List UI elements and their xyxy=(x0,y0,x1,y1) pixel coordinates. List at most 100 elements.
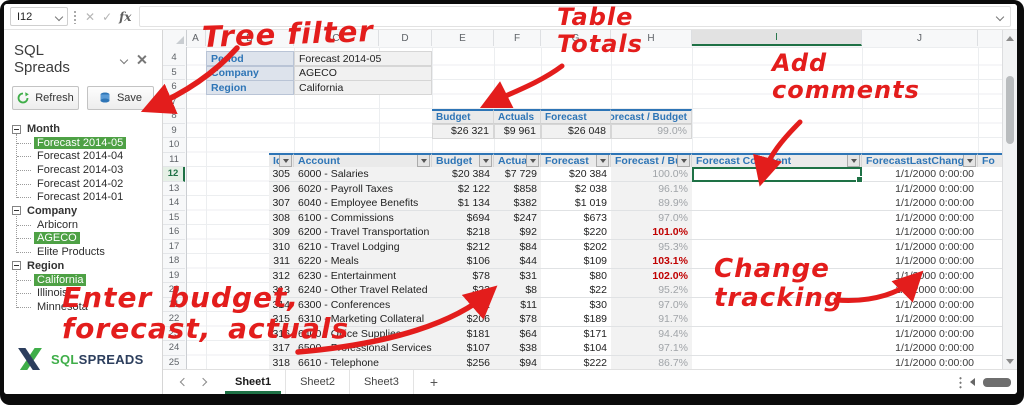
table-cell-comment[interactable] xyxy=(692,356,862,370)
filter-label-period[interactable]: Period xyxy=(206,51,294,66)
row-header-22[interactable]: 22 xyxy=(163,312,185,327)
filter-dropdown-icon[interactable] xyxy=(847,154,860,167)
table-cell-account[interactable]: 6000 - Salaries xyxy=(294,167,432,182)
table-cell-changed[interactable]: 1/1/2000 0:00:00 xyxy=(862,254,978,269)
row-header-4[interactable]: 4 xyxy=(163,51,185,66)
filter-dropdown-icon[interactable] xyxy=(479,154,492,167)
table-cell-changed[interactable]: 1/1/2000 0:00:00 xyxy=(862,211,978,226)
table-cell-extra[interactable] xyxy=(978,327,1003,342)
table-cell-id[interactable]: 306 xyxy=(269,182,294,197)
filter-value-period[interactable]: Forecast 2014-05 xyxy=(294,51,432,66)
row-header-7[interactable]: 7 xyxy=(163,95,185,110)
row-header-20[interactable]: 20 xyxy=(163,283,185,298)
totals-header-3[interactable]: Forecast / Budget xyxy=(611,109,692,124)
table-cell-forecast[interactable]: $22 xyxy=(541,283,611,298)
column-header-H[interactable]: H xyxy=(611,30,692,46)
table-cell-forecast[interactable]: $30 xyxy=(541,298,611,313)
table-cell-comment[interactable] xyxy=(692,298,862,313)
row-header-5[interactable]: 5 xyxy=(163,66,185,81)
cancel-icon[interactable]: ✕ xyxy=(85,10,95,24)
table-cell-budget[interactable]: $212 xyxy=(432,240,494,255)
name-box[interactable]: I12 xyxy=(10,7,68,26)
table-cell-ratio[interactable]: 100.0% xyxy=(611,167,692,182)
table-cell-actuals[interactable]: $94 xyxy=(494,356,541,370)
scroll-down-icon[interactable] xyxy=(1003,354,1017,368)
row-header-12[interactable]: 12 xyxy=(163,167,185,182)
table-cell-forecast[interactable]: $104 xyxy=(541,341,611,356)
table-cell-changed[interactable]: 1/1/2000 0:00:00 xyxy=(862,167,978,182)
filter-value-region[interactable]: California xyxy=(294,80,432,95)
insert-function-icon[interactable]: fx xyxy=(119,10,131,24)
table-cell-forecast[interactable]: $673 xyxy=(541,211,611,226)
tree-item-forecast-2014-05[interactable]: Forecast 2014-05 xyxy=(34,136,158,150)
collapse-icon[interactable] xyxy=(12,206,21,215)
table-cell-budget[interactable]: $31 xyxy=(432,298,494,313)
collapse-icon[interactable] xyxy=(12,261,21,270)
table-cell-account[interactable]: 6220 - Meals xyxy=(294,254,432,269)
table-cell-account[interactable]: 6020 - Payroll Taxes xyxy=(294,182,432,197)
row-header-17[interactable]: 17 xyxy=(163,240,185,255)
column-header-I[interactable]: I xyxy=(692,30,862,46)
tab-sheet2[interactable]: Sheet2 xyxy=(286,370,350,394)
tree-item-forecast-2014-04[interactable]: Forecast 2014-04 xyxy=(34,150,158,164)
column-header-J[interactable]: J xyxy=(862,30,978,46)
tree-item-arbicorn[interactable]: Arbicorn xyxy=(34,218,158,232)
table-cell-extra[interactable] xyxy=(978,269,1003,284)
vertical-scroll-thumb[interactable] xyxy=(1006,76,1014,144)
filter-dropdown-icon[interactable] xyxy=(596,154,609,167)
row-header-8[interactable]: 8 xyxy=(163,109,185,124)
table-cell-forecast[interactable]: $20 384 xyxy=(541,167,611,182)
table-cell-changed[interactable]: 1/1/2000 0:00:00 xyxy=(862,298,978,313)
table-cell-account[interactable]: 6610 - Telephone xyxy=(294,356,432,370)
table-cell-actuals[interactable]: $858 xyxy=(494,182,541,197)
table-cell-comment[interactable] xyxy=(692,254,862,269)
table-cell-budget[interactable]: $694 xyxy=(432,211,494,226)
table-cell-account[interactable]: 6200 - Travel Transportation xyxy=(294,225,432,240)
row-header-13[interactable]: 13 xyxy=(163,182,185,197)
table-header-account[interactable]: Account xyxy=(294,153,432,168)
tree-group-label-company[interactable]: Company xyxy=(12,204,158,218)
filter-dropdown-icon[interactable] xyxy=(526,154,539,167)
table-cell-budget[interactable]: $20 384 xyxy=(432,167,494,182)
table-header-id[interactable]: Id xyxy=(269,153,294,168)
totals-value-2[interactable]: $26 048 xyxy=(541,124,611,139)
table-cell-account[interactable]: 6040 - Employee Benefits xyxy=(294,196,432,211)
table-cell-extra[interactable] xyxy=(978,356,1003,370)
table-cell-account[interactable]: 6230 - Entertainment xyxy=(294,269,432,284)
table-cell-ratio[interactable]: 86.7% xyxy=(611,356,692,370)
filter-dropdown-icon[interactable] xyxy=(677,154,690,167)
table-cell-comment[interactable] xyxy=(692,196,862,211)
table-cell-id[interactable]: 312 xyxy=(269,269,294,284)
row-header-6[interactable]: 6 xyxy=(163,80,185,95)
table-cell-forecast[interactable]: $220 xyxy=(541,225,611,240)
table-cell-id[interactable]: 307 xyxy=(269,196,294,211)
totals-header-2[interactable]: Forecast xyxy=(541,109,611,124)
enter-icon[interactable]: ✓ xyxy=(102,10,112,24)
table-cell-budget[interactable]: $23 xyxy=(432,283,494,298)
formula-expand-icon[interactable] xyxy=(997,13,1004,20)
table-cell-extra[interactable] xyxy=(978,240,1003,255)
table-cell-id[interactable]: 311 xyxy=(269,254,294,269)
scroll-up-icon[interactable] xyxy=(1003,31,1017,45)
table-cell-comment[interactable] xyxy=(692,240,862,255)
table-cell-comment[interactable] xyxy=(692,283,862,298)
table-cell-account[interactable]: 6210 - Travel Lodging xyxy=(294,240,432,255)
table-cell-comment[interactable] xyxy=(692,312,862,327)
table-cell-ratio[interactable]: 103.1% xyxy=(611,254,692,269)
row-header-10[interactable]: 10 xyxy=(163,138,185,153)
table-cell-ratio[interactable]: 102.0% xyxy=(611,269,692,284)
tree-item-illinois[interactable]: Illinois xyxy=(34,286,158,300)
filter-dropdown-icon[interactable] xyxy=(279,154,292,167)
row-header-18[interactable]: 18 xyxy=(163,254,185,269)
refresh-button[interactable]: Refresh xyxy=(12,86,79,110)
formula-splitter-icon[interactable] xyxy=(73,10,77,24)
chevron-down-icon[interactable] xyxy=(56,13,63,20)
table-cell-changed[interactable]: 1/1/2000 0:00:00 xyxy=(862,196,978,211)
row-header-19[interactable]: 19 xyxy=(163,269,185,284)
table-cell-extra[interactable] xyxy=(978,298,1003,313)
table-cell-budget[interactable]: $107 xyxy=(432,341,494,356)
table-cell-budget[interactable]: $256 xyxy=(432,356,494,370)
table-cell-extra[interactable] xyxy=(978,225,1003,240)
table-header-ratio[interactable]: Forecast / Budg xyxy=(611,153,692,168)
table-cell-actuals[interactable]: $44 xyxy=(494,254,541,269)
